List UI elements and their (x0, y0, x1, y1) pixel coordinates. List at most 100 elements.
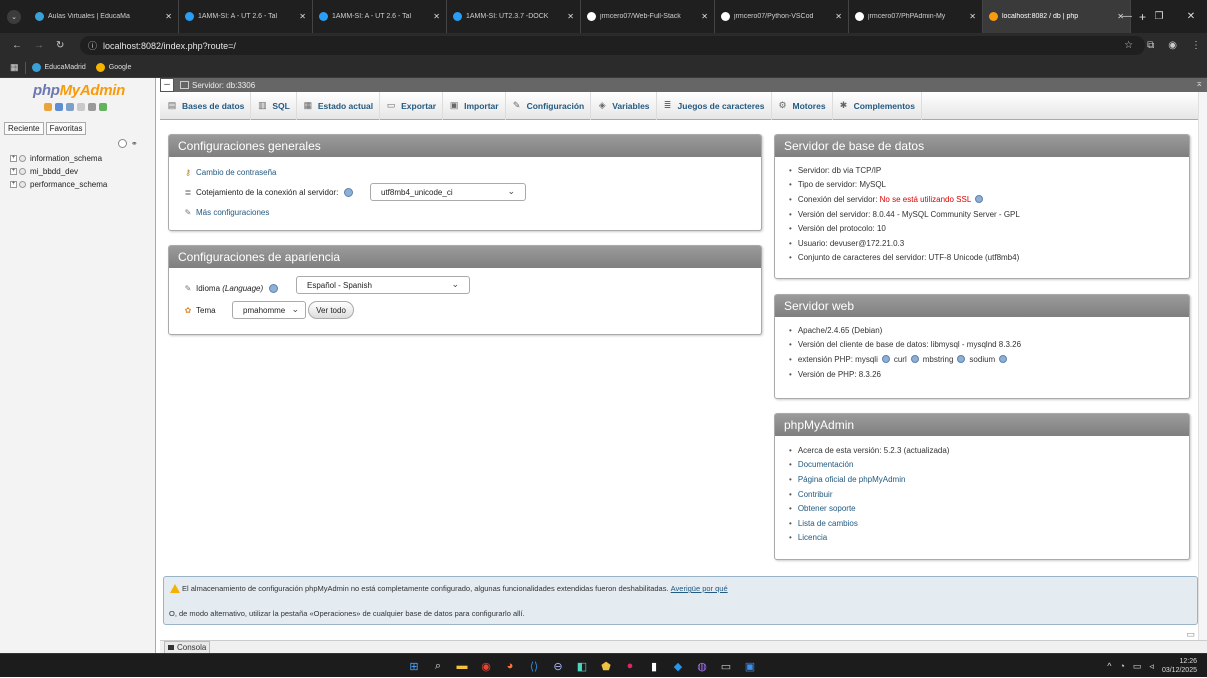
double-arrow-icon[interactable]: ⌅ (1195, 78, 1203, 89)
start-icon[interactable]: ⊞ (405, 657, 423, 675)
browser-tab[interactable]: jrmcero07/PhPAdmin-My ✕ (849, 0, 983, 33)
tab-favoritas[interactable]: Favoritas (45, 122, 87, 135)
record-icon[interactable]: ● (621, 657, 639, 675)
menu-item[interactable]: ▤ Bases de datos (160, 91, 252, 120)
help-icon[interactable] (910, 355, 919, 364)
help-icon[interactable] (999, 355, 1008, 364)
chevron-up-icon[interactable]: ^ (1107, 661, 1111, 671)
collation-select[interactable]: utf8mb4_unicode_ci ⌄ (370, 183, 526, 201)
browser-menu-icon[interactable]: ⋮ (1191, 40, 1201, 51)
restore-icon[interactable]: ❐ (1143, 11, 1175, 22)
menu-item[interactable]: ▦ Estado actual (297, 91, 381, 120)
database-name[interactable]: performance_schema (30, 180, 107, 189)
display-icon[interactable]: ▭ (1133, 661, 1142, 672)
close-tab-icon[interactable]: ✕ (701, 12, 708, 21)
expand-icon[interactable]: + (10, 168, 17, 175)
pma-link[interactable]: Página oficial de phpMyAdmin (789, 472, 1175, 487)
help-icon[interactable] (957, 355, 966, 364)
database-name[interactable]: information_schema (30, 154, 102, 163)
github-desktop-icon[interactable]: ◍ (693, 657, 711, 675)
search-icon[interactable]: ⌕ (429, 657, 447, 675)
pma-link[interactable]: Obtener soporte (789, 501, 1175, 516)
language-select[interactable]: Español - Spanish ⌄ (296, 276, 470, 294)
menu-item[interactable]: ✎ Configuración (506, 91, 592, 120)
browser-tab[interactable]: Aulas Virtuales | EducaMa ✕ (29, 0, 179, 33)
profile-icon[interactable]: ◉ (1168, 40, 1177, 51)
reload-icon[interactable]: ↻ (56, 40, 64, 51)
security-icon[interactable]: ⬟ (597, 657, 615, 675)
docs-icon[interactable] (77, 103, 85, 111)
pma-logo[interactable]: phpMyAdmin (33, 82, 125, 99)
home-icon[interactable] (44, 103, 52, 111)
menu-item[interactable]: ✱ Complementos (833, 91, 922, 120)
help-icon[interactable] (269, 283, 279, 293)
docker-icon[interactable]: ◆ (669, 657, 687, 675)
apps-grid-icon[interactable]: ▦ (10, 62, 19, 73)
help-icon[interactable] (344, 187, 354, 197)
settings-icon[interactable] (88, 103, 96, 111)
logout-icon[interactable] (55, 103, 63, 111)
back-icon[interactable]: ← (12, 40, 22, 51)
collapse-nav-icon[interactable]: – (160, 78, 174, 92)
page-scrollbar[interactable] (1198, 92, 1207, 640)
help-icon[interactable] (881, 355, 890, 364)
notes-icon[interactable]: ▮ (645, 657, 663, 675)
close-tab-icon[interactable]: ✕ (835, 12, 842, 21)
browser-tab[interactable]: 1AMM-SI: A - UT 2.6 - Tal ✕ (179, 0, 313, 33)
close-tab-icon[interactable]: ✕ (299, 12, 306, 21)
bookmark-item[interactable]: Google (95, 63, 131, 72)
collapse-all-icon[interactable] (118, 139, 127, 148)
omnibox[interactable]: ⓘ localhost:8082/index.php?route=/ (80, 36, 1145, 55)
breadcrumb-server[interactable]: Servidor: db:3306 (192, 81, 255, 90)
close-tab-icon[interactable]: ✕ (165, 12, 172, 21)
close-tab-icon[interactable]: ✕ (433, 12, 440, 21)
forward-icon[interactable]: → (34, 40, 44, 51)
reload-nav-icon[interactable] (99, 103, 107, 111)
dev-tool-icon[interactable]: ◧ (573, 657, 591, 675)
close-window-icon[interactable]: ✕ (1175, 11, 1207, 22)
pma-link[interactable]: Licencia (789, 531, 1175, 546)
site-info-icon[interactable]: ⓘ (88, 39, 97, 52)
menu-item[interactable]: ▭ Exportar (380, 91, 444, 120)
pma-link[interactable]: Contribuir (789, 487, 1175, 502)
more-settings-link[interactable]: ✎ Más configuraciones (183, 203, 747, 221)
database-name[interactable]: mi_bbdd_dev (30, 167, 78, 176)
browser-tab[interactable]: 1AMM-SI: UT2.3.7 -DOCK ✕ (447, 0, 581, 33)
database-item[interactable]: + mi_bbdd_dev (10, 165, 107, 178)
pma-link[interactable]: Documentación (789, 458, 1175, 473)
browser-tab[interactable]: jrmcero07/Web-Full-Stack ✕ (581, 0, 715, 33)
bookmark-item[interactable]: EducaMadrid (31, 63, 86, 72)
database-item[interactable]: + performance_schema (10, 178, 107, 191)
app-icon[interactable]: ⊖ (549, 657, 567, 675)
menu-item[interactable]: ≣ Juegos de caracteres (657, 91, 772, 120)
chrome-icon[interactable]: ◉ (477, 657, 495, 675)
menu-item[interactable]: ▣ Importar (443, 91, 506, 120)
close-tab-icon[interactable]: ✕ (969, 12, 976, 21)
bookmark-star-icon[interactable]: ☆ (1124, 40, 1133, 51)
browser-tab[interactable]: jrmcero07/Python-VSCod ✕ (715, 0, 849, 33)
file-explorer-icon[interactable]: ▬ (453, 657, 471, 675)
tab-reciente[interactable]: Reciente (4, 122, 44, 135)
browser-tab[interactable]: localhost:8082 / db | php ✕ (983, 0, 1131, 33)
network-icon[interactable]: ◔ (1119, 661, 1124, 671)
menu-item[interactable]: ◈ Variables (591, 91, 657, 120)
expand-icon[interactable]: + (10, 181, 17, 188)
menu-item[interactable]: ▥ SQL (251, 91, 297, 120)
theme-select[interactable]: pmahomme ⌄ (232, 301, 306, 319)
browser-tab[interactable]: 1AMM-SI: A - UT 2.6 - Tal ✕ (313, 0, 447, 33)
store-icon[interactable]: ▣ (741, 657, 759, 675)
database-item[interactable]: + information_schema (10, 152, 107, 165)
menu-item[interactable]: ⚙ Motores (772, 91, 833, 120)
help-icon[interactable] (975, 195, 984, 204)
firefox-icon[interactable]: ◕ (501, 657, 519, 675)
pma-link[interactable]: Lista de cambios (789, 516, 1175, 531)
extensions-icon[interactable]: ⧉ (1147, 40, 1154, 51)
link-with-main-icon[interactable]: ⚭ (131, 139, 138, 148)
tab-search-icon[interactable]: ⌄ (7, 9, 21, 24)
vscode-icon[interactable]: ⟨⟩ (525, 657, 543, 675)
minimize-icon[interactable]: — (1111, 11, 1143, 22)
console-settings-icon[interactable]: ▭ (1186, 629, 1195, 640)
change-password-link[interactable]: ⚷ Cambio de contraseña (183, 163, 747, 181)
close-tab-icon[interactable]: ✕ (567, 12, 574, 21)
volume-icon[interactable]: ◃ (1149, 661, 1154, 672)
